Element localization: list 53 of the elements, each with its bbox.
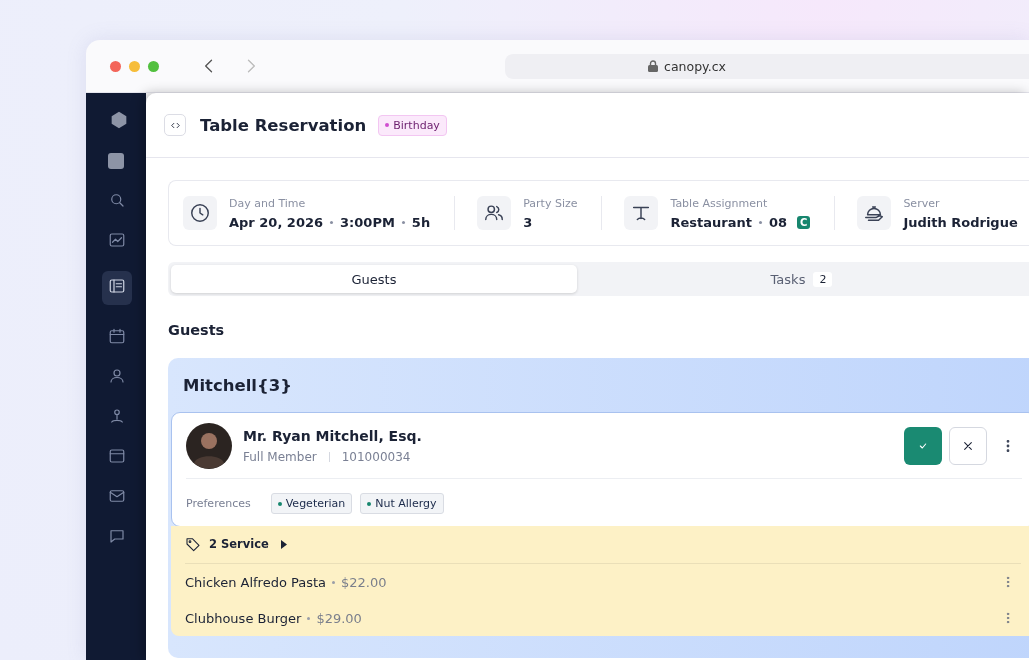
detail-value: Apr 20, 2026 xyxy=(229,214,324,230)
preference-tag: Vegeterian xyxy=(270,493,353,514)
maximize-dot[interactable] xyxy=(148,60,159,72)
confirm-button[interactable] xyxy=(904,427,942,465)
detail-value: Restaurant xyxy=(670,214,752,230)
dish-price: $29.00 xyxy=(316,610,362,626)
tab[interactable]: Tasks 2 xyxy=(577,265,1026,293)
avatar xyxy=(186,423,232,469)
preferences-label: Preferences xyxy=(186,497,251,510)
detail-value: 3:00PM xyxy=(340,214,395,230)
reservations-nav-item[interactable] xyxy=(102,271,132,305)
minimize-dot[interactable] xyxy=(129,60,140,72)
tag-icon xyxy=(185,536,201,552)
close-dot[interactable] xyxy=(110,60,121,72)
tab[interactable]: Guests xyxy=(171,265,577,293)
chat-icon xyxy=(108,527,126,545)
person-pin-icon xyxy=(108,407,126,425)
dish-name: Clubhouse Burger xyxy=(185,610,302,626)
detail-label: Server xyxy=(903,196,941,210)
archive-icon xyxy=(108,447,126,465)
search-icon xyxy=(108,191,126,209)
address-bar[interactable]: canopy.cx xyxy=(505,53,1029,79)
caret-icon xyxy=(280,539,287,549)
calendar-icon xyxy=(108,327,126,345)
detail-label: Table Assignment xyxy=(670,196,769,210)
lock-icon xyxy=(648,60,659,72)
list-icon xyxy=(108,277,126,295)
code-button[interactable] xyxy=(164,114,186,136)
dish-price: $22.00 xyxy=(341,574,387,590)
preference-tag: Nut Allergy xyxy=(360,493,444,514)
page-title: Table Reservation xyxy=(200,115,367,135)
membership-label: Full Member xyxy=(243,450,317,464)
workspace-icon[interactable] xyxy=(108,153,124,169)
occasion-tag: Birthday xyxy=(378,114,447,136)
users-icon xyxy=(108,367,126,385)
detail-value: 5h xyxy=(411,214,431,230)
member-number: 101000034 xyxy=(341,450,411,464)
service-count: 2 Service xyxy=(209,537,269,551)
count-badge: 2 xyxy=(813,271,833,287)
chart-icon xyxy=(108,231,126,249)
dish-name: Chicken Alfredo Pasta xyxy=(185,574,327,590)
detail-value: 08 xyxy=(768,214,788,230)
detail-value: Judith Rodrigue xyxy=(903,214,1018,230)
decline-button[interactable] xyxy=(949,427,987,465)
clock-icon xyxy=(189,202,211,224)
detail-label: Day and Time xyxy=(229,196,307,210)
detail-value: 3 xyxy=(523,214,533,230)
guest-name: Mr. Ryan Mitchell, Esq. xyxy=(243,428,422,444)
table-badge: C xyxy=(797,215,811,229)
party-title: Mitchell{3} xyxy=(182,375,293,397)
detail-label: Party Size xyxy=(523,196,578,210)
mail-icon xyxy=(108,487,126,505)
section-title: Guests xyxy=(168,322,226,338)
